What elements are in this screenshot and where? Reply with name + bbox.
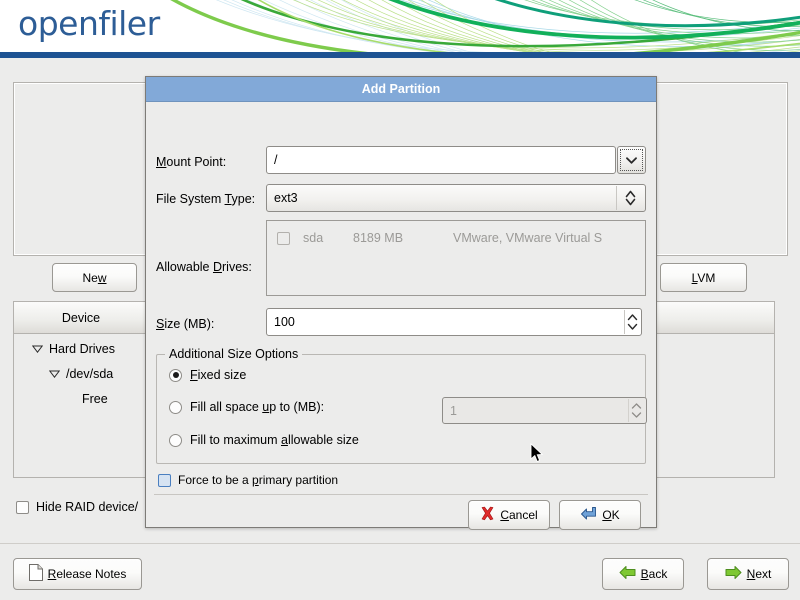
- radio-button[interactable]: [169, 368, 182, 382]
- expander-icon[interactable]: [49, 370, 60, 378]
- size-spinner[interactable]: [624, 310, 640, 334]
- tree-row-label: Hard Drives: [49, 342, 115, 356]
- size-value: 100: [274, 315, 295, 329]
- additional-size-options-group: Additional Size Options Fixed size Fill …: [156, 347, 647, 464]
- red-x-icon: [480, 506, 495, 524]
- release-notes-button[interactable]: Release Notes: [13, 558, 142, 590]
- radio-fill-up-to[interactable]: Fill all space up to (MB):: [169, 400, 324, 414]
- fill-up-to-spinner[interactable]: [628, 399, 644, 422]
- mount-point-value: /: [274, 153, 278, 167]
- fill-up-to-input[interactable]: 1: [442, 397, 647, 424]
- dialog-title: Add Partition: [146, 77, 656, 102]
- tree-row[interactable]: Hard Drives: [32, 342, 115, 356]
- drive-graph-panel-left: [13, 82, 151, 256]
- radio-fixed-size-label: Fixed size: [190, 368, 247, 382]
- allowable-drives-list[interactable]: sda 8189 MB VMware, VMware Virtual S: [266, 220, 646, 296]
- enter-arrow-icon: [580, 506, 597, 524]
- tree-row[interactable]: /dev/sda: [49, 367, 113, 381]
- radio-fill-maximum[interactable]: Fill to maximum allowable size: [169, 433, 359, 447]
- cancel-label: Cancel: [500, 508, 538, 522]
- group-legend: Additional Size Options: [165, 347, 303, 361]
- next-button[interactable]: Next: [707, 558, 789, 590]
- tree-row-label: Free: [82, 392, 108, 406]
- mount-point-input[interactable]: /: [266, 146, 616, 174]
- openfiler-logo: openfiler: [18, 4, 160, 43]
- dialog-separator: [154, 494, 648, 495]
- drive-graph-panel-right: [654, 82, 788, 256]
- drive-device: sda: [303, 231, 324, 245]
- back-button[interactable]: Back: [602, 558, 684, 590]
- new-button-label: New: [82, 270, 107, 285]
- footer-bar: Release Notes Back Next: [0, 543, 800, 600]
- radio-dot: [172, 372, 179, 378]
- radio-fill-maximum-label: Fill to maximum allowable size: [190, 433, 359, 447]
- force-primary-checkbox[interactable]: Force to be a primary partition: [158, 473, 338, 487]
- lvm-button[interactable]: LVM: [660, 263, 747, 292]
- radio-fixed-size[interactable]: Fixed size: [169, 368, 246, 382]
- allowable-drives-label: Allowable Drives:: [156, 260, 252, 274]
- mount-point-dropdown-button[interactable]: [617, 146, 646, 174]
- focus-ring: [620, 149, 643, 171]
- tree-row[interactable]: Free: [82, 392, 108, 406]
- right-arrow-icon: [725, 565, 742, 583]
- checkbox-box[interactable]: [277, 231, 290, 245]
- checkbox-box[interactable]: [158, 473, 171, 487]
- header-banner: openfiler: [0, 0, 800, 52]
- chevron-down-icon: [626, 156, 637, 164]
- column-header-device[interactable]: Device: [14, 302, 148, 333]
- cancel-button[interactable]: Cancel: [468, 500, 550, 530]
- hide-raid-label: Hide RAID device/: [36, 500, 139, 514]
- installer-screen: openfiler New LVM Device Hard Drives /de…: [0, 0, 800, 600]
- force-primary-label: Force to be a primary partition: [178, 473, 339, 487]
- radio-button[interactable]: [169, 400, 182, 414]
- dialog-content: Mount Point: / File System Type: ext3 Al…: [146, 102, 656, 530]
- document-icon: [28, 564, 43, 584]
- drive-size: 8189 MB: [353, 231, 404, 245]
- size-input[interactable]: 100: [266, 308, 642, 336]
- file-system-type-spinner[interactable]: [616, 186, 643, 210]
- ok-label: OK: [602, 508, 620, 522]
- fill-up-to-value: 1: [450, 403, 457, 418]
- up-down-arrows-icon: [625, 190, 635, 206]
- ok-button[interactable]: OK: [559, 500, 641, 530]
- up-down-arrows-icon: [631, 403, 642, 418]
- expander-icon[interactable]: [32, 345, 43, 353]
- hide-raid-checkbox[interactable]: Hide RAID device/: [16, 500, 138, 514]
- checkbox-box[interactable]: [16, 500, 29, 514]
- file-system-type-value: ext3: [274, 191, 298, 205]
- radio-button[interactable]: [169, 433, 182, 447]
- back-label: Back: [640, 567, 668, 581]
- size-label: Size (MB):: [156, 317, 215, 331]
- lvm-button-label: LVM: [691, 270, 716, 285]
- file-system-type-label: File System Type:: [156, 192, 256, 206]
- drive-model: VMware, VMware Virtual S: [453, 231, 603, 245]
- file-system-type-combo[interactable]: ext3: [266, 184, 646, 212]
- list-item[interactable]: sda 8189 MB VMware, VMware Virtual S: [267, 227, 645, 249]
- mount-point-label: Mount Point:: [156, 155, 227, 169]
- release-notes-label: Release Notes: [47, 567, 127, 581]
- next-label: Next: [746, 567, 772, 581]
- tree-row-label: /dev/sda: [66, 367, 114, 381]
- left-arrow-icon: [619, 565, 636, 583]
- radio-fill-up-to-label: Fill all space up to (MB):: [190, 400, 325, 414]
- new-button[interactable]: New: [52, 263, 137, 292]
- add-partition-dialog: Add Partition Mount Point: / File System…: [145, 76, 657, 530]
- up-down-arrows-icon: [627, 314, 638, 330]
